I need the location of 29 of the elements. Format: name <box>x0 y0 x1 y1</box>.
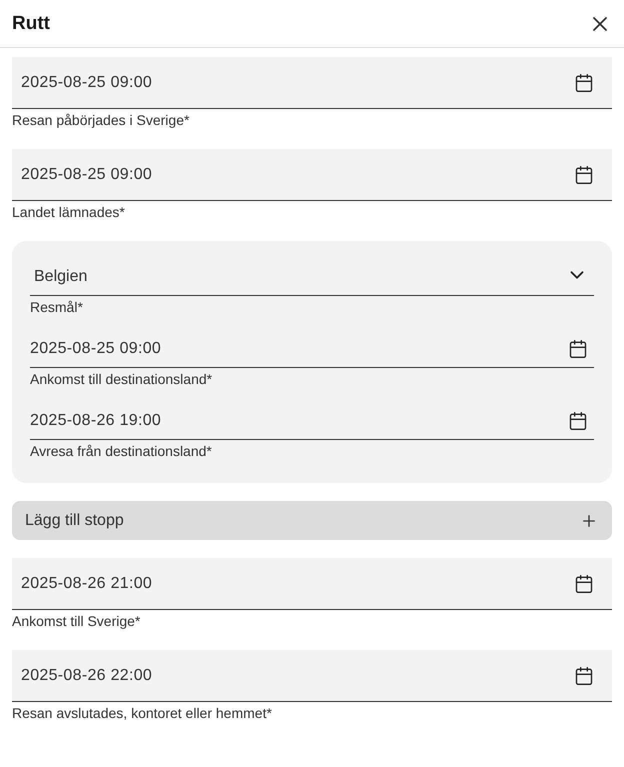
date-value: 2025-08-25 09:00 <box>30 340 162 358</box>
calendar-icon[interactable] <box>574 72 594 92</box>
field-label: Avresa från destinationsland* <box>30 443 213 459</box>
calendar-icon[interactable] <box>574 666 594 686</box>
add-stop-button[interactable]: Lägg till stopp <box>12 501 612 540</box>
dialog-title: Rutt <box>12 12 50 34</box>
date-field[interactable]: 2025-08-26 19:00 <box>30 403 594 440</box>
date-field[interactable]: 2025-08-26 22:00 <box>12 650 612 702</box>
field-label: Ankomst till Sverige* <box>12 613 142 629</box>
select-value: Belgien <box>33 268 88 286</box>
date-field[interactable]: 2025-08-25 09:00 <box>12 149 612 201</box>
date-field[interactable]: 2025-08-25 09:00 <box>30 331 594 368</box>
date-field[interactable]: 2025-08-25 09:00 <box>12 57 612 109</box>
date-value: 2025-08-26 22:00 <box>21 666 152 684</box>
date-value: 2025-08-25 09:00 <box>21 166 152 184</box>
calendar-icon[interactable] <box>574 574 594 594</box>
field-label: Ankomst till destinationsland* <box>30 371 214 387</box>
date-value: 2025-08-26 19:00 <box>30 412 162 430</box>
country-select[interactable]: Belgien <box>30 259 594 296</box>
calendar-icon[interactable] <box>568 339 588 359</box>
calendar-icon[interactable] <box>568 411 588 431</box>
date-value: 2025-08-26 21:00 <box>21 574 152 592</box>
field-label: Resan påbörjades i Sverige* <box>12 112 190 128</box>
field-label: Resmål* <box>30 299 84 315</box>
calendar-icon[interactable] <box>574 164 594 184</box>
field-label: Landet lämnades* <box>12 204 126 220</box>
date-value: 2025-08-25 09:00 <box>21 74 152 92</box>
field-label: Resan avslutades, kontoret eller hemmet* <box>12 705 273 721</box>
date-field[interactable]: 2025-08-26 21:00 <box>12 558 612 610</box>
